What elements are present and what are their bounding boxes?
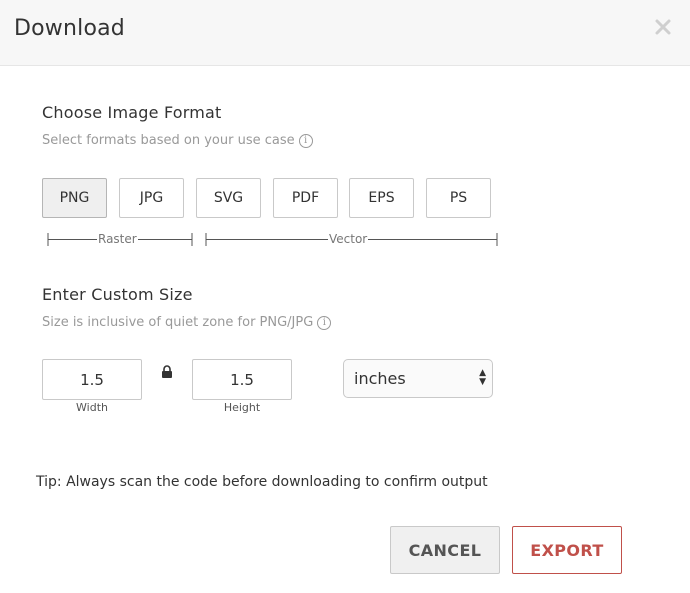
vector-group-label: Vector: [328, 232, 369, 246]
cancel-button[interactable]: CANCEL: [390, 526, 500, 574]
lock-icon[interactable]: [161, 365, 173, 379]
tip-text: Tip: Always scan the code before downloa…: [36, 474, 488, 490]
export-button[interactable]: EXPORT: [512, 526, 622, 574]
size-subtitle-text: Size is inclusive of quiet zone for PNG/…: [42, 315, 314, 330]
size-section-title: Enter Custom Size: [42, 285, 193, 304]
width-input[interactable]: [42, 359, 142, 400]
select-arrows-icon: ▲ ▼: [479, 368, 486, 387]
format-group-brackets: [47, 233, 498, 246]
height-input[interactable]: [192, 359, 292, 400]
unit-select[interactable]: inches ▲ ▼: [343, 359, 493, 398]
raster-group-label: Raster: [97, 232, 138, 246]
info-icon[interactable]: i: [317, 315, 332, 330]
unit-select-value: inches: [354, 369, 406, 388]
width-label: Width: [76, 401, 108, 414]
height-label: Height: [223, 401, 261, 414]
size-section-subtitle: Size is inclusive of quiet zone for PNG/…: [42, 315, 332, 330]
